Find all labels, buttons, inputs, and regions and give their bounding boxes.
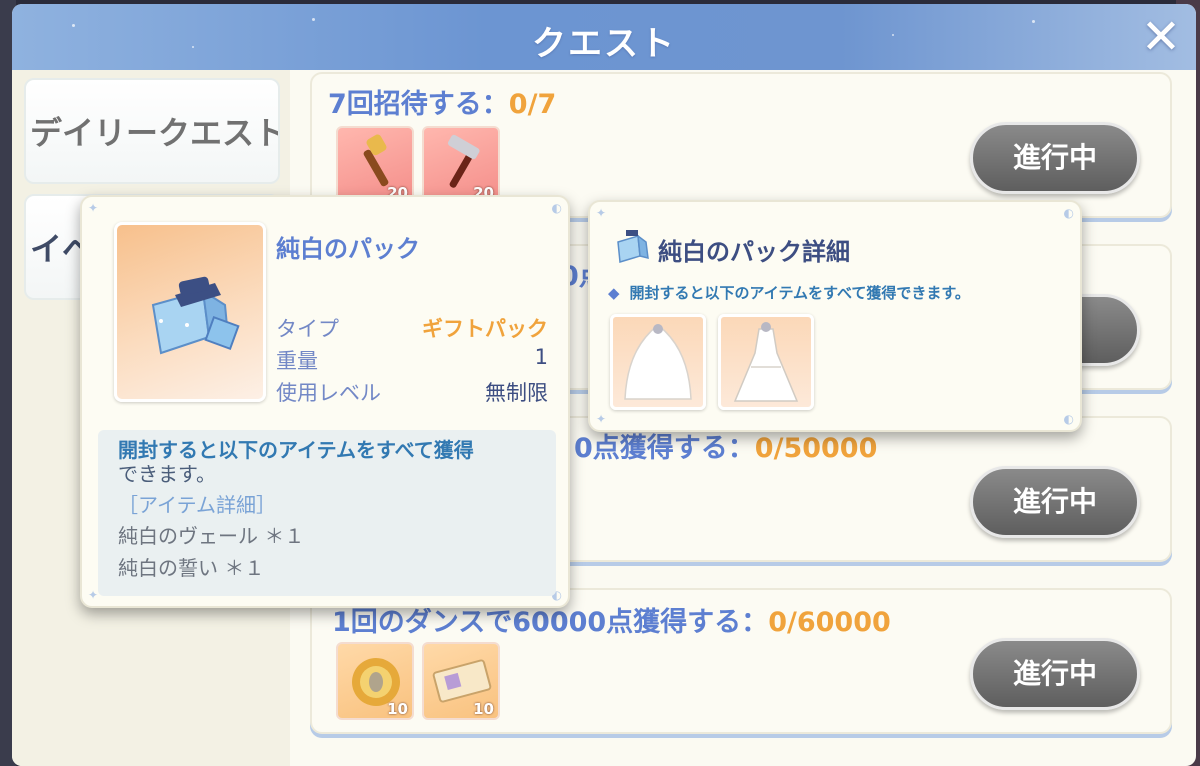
detail-title: 純白のパック詳細 [658, 238, 850, 266]
gift-box-icon [151, 276, 240, 355]
reward-item[interactable]: 10 [422, 642, 500, 720]
tab-label: デイリークエスト [30, 114, 280, 152]
detail-description: ◆ 開封すると以下のアイテムをすべて獲得できます。 [608, 284, 970, 302]
page-title: クエスト [532, 24, 676, 64]
close-icon[interactable]: ✕ [1136, 12, 1186, 62]
content-line: 純白のヴェール ＊１ [118, 524, 305, 548]
item-weight-row: 重量 1 [276, 345, 548, 373]
detail-item-veil[interactable] [610, 314, 706, 410]
in-progress-button[interactable]: 進行中 [970, 638, 1140, 710]
quest-progress: 0/60000 [768, 607, 891, 638]
reward-count: 10 [387, 700, 408, 718]
reward-item[interactable]: 20 [336, 126, 414, 204]
veil-icon [624, 324, 692, 400]
item-detail-link[interactable]: ［アイテム詳細］ [118, 490, 536, 520]
item-name: 純白のパック [276, 235, 420, 263]
gift-box-icon [617, 230, 649, 263]
quest-card: 1回のダンスで60000点獲得する：0/60000 10 10 進行中 [310, 588, 1172, 734]
item-level-row: 使用レベル 無制限 [276, 381, 548, 405]
item-image [114, 222, 266, 402]
content-line: 純白の誓い ＊１ [118, 556, 265, 580]
quest-progress: 0/7 [508, 89, 557, 120]
title-bar: クエスト ✕ [12, 4, 1196, 70]
reward-count: 10 [473, 700, 494, 718]
item-description: 開封すると以下のアイテムをすべて獲得 できます。 ［アイテム詳細］ 純白のヴェール… [98, 430, 556, 596]
item-info-popup: ✦ ◐ ✦ ◐ 純白のパック タイプ ギフトパック 重量 1 使用レベル 無制限… [80, 195, 570, 608]
reward-item[interactable]: 20 [422, 126, 500, 204]
description-text: 開封すると以下のアイテムをすべて獲得 できます。 [118, 438, 474, 486]
pack-detail-popup: ✦ ◐ ✦ ◐ 純白のパック詳細 ◆ 開封すると以下のアイテムをすべて獲得できます… [588, 200, 1082, 432]
quest-progress: 0/50000 [754, 433, 878, 464]
detail-item-dress[interactable] [718, 314, 814, 410]
in-progress-button[interactable]: 進行中 [970, 466, 1140, 538]
diamond-icon: ◆ [608, 284, 620, 302]
in-progress-button[interactable]: 進行中 [970, 122, 1140, 194]
quest-title: 7回招待する：0/7 [328, 89, 557, 120]
tab-daily-quest[interactable]: デイリークエスト [24, 78, 280, 184]
reward-item[interactable]: 10 [336, 642, 414, 720]
item-type-row: タイプ ギフトパック [276, 317, 548, 341]
wedding-dress-icon [733, 322, 799, 402]
